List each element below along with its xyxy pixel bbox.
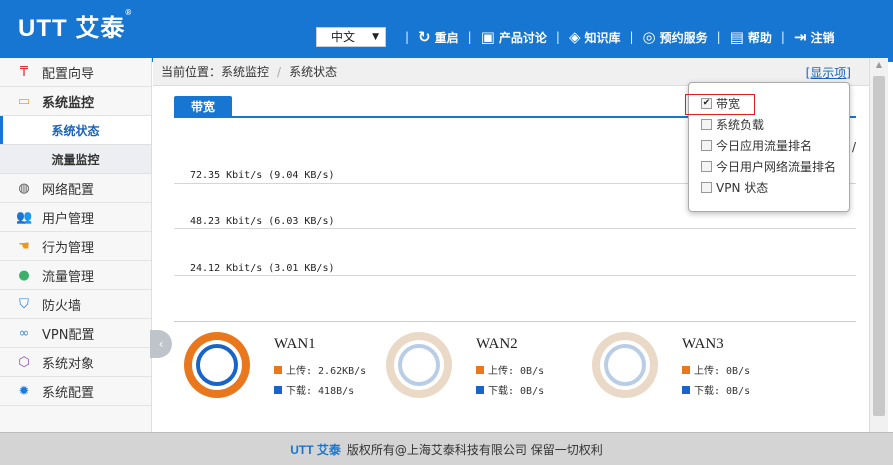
traffic-icon: ● bbox=[18, 267, 30, 283]
wan-name: WAN1 bbox=[274, 336, 316, 352]
chat-icon: ▣ bbox=[480, 27, 495, 46]
wan-ring bbox=[592, 332, 658, 398]
top-nav: | ↻ 重启 | ▣ 产品讨论 | ◈ 知识库 | ◎ 预约服务 | ▤ 帮助 | ⇥ 注销 bbox=[405, 27, 835, 46]
tab-bandwidth[interactable]: 带宽 bbox=[174, 96, 232, 118]
wan-name: WAN2 bbox=[476, 336, 518, 352]
layers-icon: ◈ bbox=[568, 27, 581, 46]
option-bandwidth[interactable]: ✔ 带宽 bbox=[685, 93, 849, 115]
copyright-text: 版权所有@上海艾泰科技有限公司 保留一切权利 bbox=[346, 442, 603, 457]
chart-axis-mark: / bbox=[852, 140, 857, 154]
sidebar-item-firewall[interactable]: ⛉ 防火墙 bbox=[0, 290, 151, 319]
chevron-left-icon: ‹ bbox=[158, 337, 164, 351]
language-select[interactable]: 中文 ▼ bbox=[316, 27, 386, 47]
logout-button[interactable]: ⇥ 注销 bbox=[794, 29, 835, 46]
upload-legend-icon bbox=[682, 365, 690, 374]
gear-icon: ✹ bbox=[18, 383, 30, 399]
footer: UTT 艾泰 版权所有@上海艾泰科技有限公司 保留一切权利 bbox=[0, 432, 893, 465]
sidebar-item-traffic-management[interactable]: ● 流量管理 bbox=[0, 261, 151, 290]
power-icon: ↻ bbox=[418, 27, 431, 46]
scroll-up-icon[interactable]: ▲ bbox=[870, 60, 888, 72]
sidebar-item-config-wizard[interactable]: ₸ 配置向导 bbox=[0, 58, 151, 87]
sidebar-item-system-config[interactable]: ✹ 系统配置 bbox=[0, 377, 151, 406]
grid-label: 72.35 Kbit/s (9.04 KB/s) bbox=[190, 170, 335, 181]
vertical-scrollbar[interactable]: ▲ bbox=[869, 58, 888, 432]
brand-logo: UTT 艾泰® bbox=[18, 8, 133, 42]
wan-download: 下载: 0B/s bbox=[694, 386, 751, 397]
knowledge-base-link[interactable]: ◈ 知识库 bbox=[569, 29, 621, 46]
shield-icon: ⛉ bbox=[19, 296, 29, 312]
wan-upload: 上传: 0B/s bbox=[694, 366, 751, 377]
option-user-traffic-rank[interactable]: 今日用户网络流量排名 bbox=[689, 156, 849, 177]
sidebar-item-user-management[interactable]: 👥 用户管理 bbox=[0, 203, 151, 232]
sidebar-item-network-config[interactable]: ◍ 网络配置 bbox=[0, 174, 151, 203]
sidebar-item-system-objects[interactable]: ⬡ 系统对象 bbox=[0, 348, 151, 377]
users-icon: 👥 bbox=[16, 209, 33, 225]
checkbox-checked[interactable]: ✔ bbox=[701, 98, 712, 109]
wan-download: 下载: 0B/s bbox=[488, 386, 545, 397]
upload-legend-icon bbox=[476, 365, 484, 374]
checkbox[interactable] bbox=[701, 182, 712, 193]
grid-label: 24.12 Kbit/s (3.01 KB/s) bbox=[190, 263, 335, 274]
sidebar-item-system-monitor[interactable]: ▭ 系统监控 bbox=[0, 87, 151, 116]
booking-service-link[interactable]: ◎ 预约服务 bbox=[643, 29, 708, 46]
sidebar: ₸ 配置向导 ▭ 系统监控 系统状态 流量监控 ◍ 网络配置 👥 用户管理 ☚ 行为管理 … bbox=[0, 58, 152, 432]
option-system-load[interactable]: 系统负载 bbox=[689, 114, 849, 135]
option-vpn-status[interactable]: VPN 状态 bbox=[689, 177, 849, 198]
wan-ring bbox=[386, 332, 452, 398]
monitor-icon: ▭ bbox=[17, 93, 31, 109]
wan-status-area: WAN1 上传: 2.62KB/s 下载: 418B/s WAN2 上传: 0B… bbox=[174, 321, 856, 433]
footer-logo: UTT 艾泰 bbox=[290, 442, 341, 457]
checkbox[interactable] bbox=[701, 140, 712, 151]
chevron-down-icon: ▼ bbox=[372, 32, 379, 42]
sidebar-collapse-handle[interactable]: ‹ bbox=[150, 330, 172, 358]
wan-ring bbox=[184, 332, 250, 398]
product-discussion-link[interactable]: ▣ 产品讨论 bbox=[481, 29, 547, 46]
vpn-icon: ∞ bbox=[18, 325, 30, 341]
wan-upload: 上传: 0B/s bbox=[488, 366, 545, 377]
hand-icon: ☚ bbox=[18, 238, 30, 254]
display-items-dropdown: ✔ 带宽 系统负载 今日应用流量排名 今日用户网络流量排名 VPN 状态 bbox=[685, 82, 850, 212]
grid-line bbox=[174, 275, 856, 276]
grid-label: 48.23 Kbit/s (6.03 KB/s) bbox=[190, 216, 335, 227]
sidebar-sub-traffic-monitor[interactable]: 流量监控 bbox=[0, 145, 151, 174]
help-book-icon: ▤ bbox=[729, 27, 744, 46]
sidebar-item-vpn-config[interactable]: ∞ VPN配置 bbox=[0, 319, 151, 348]
checkbox[interactable] bbox=[701, 119, 712, 130]
reboot-button[interactable]: ↻ 重启 bbox=[418, 29, 459, 46]
sidebar-item-behavior-management[interactable]: ☚ 行为管理 bbox=[0, 232, 151, 261]
grid-line bbox=[174, 228, 856, 229]
download-legend-icon bbox=[274, 385, 282, 394]
upload-legend-icon bbox=[274, 365, 282, 374]
show-items-link[interactable]: [显示项] bbox=[806, 64, 851, 81]
download-legend-icon bbox=[476, 385, 484, 394]
download-legend-icon bbox=[682, 385, 690, 394]
cube-icon: ⬡ bbox=[18, 354, 30, 370]
wan-download: 下载: 418B/s bbox=[286, 386, 355, 397]
wan-name: WAN3 bbox=[682, 336, 724, 352]
globe-icon: ◍ bbox=[18, 180, 30, 196]
top-header: UTT 艾泰® 中文 ▼ | ↻ 重启 | ▣ 产品讨论 | ◈ 知识库 | ◎ 预约服务… bbox=[0, 0, 893, 62]
wan-upload: 上传: 2.62KB/s bbox=[286, 366, 367, 377]
service-icon: ◎ bbox=[642, 27, 656, 46]
scroll-thumb[interactable] bbox=[873, 76, 885, 416]
logout-icon: ⇥ bbox=[793, 27, 807, 46]
help-link[interactable]: ▤ 帮助 bbox=[730, 29, 772, 46]
pin-icon: ₸ bbox=[19, 64, 29, 80]
option-app-traffic-rank[interactable]: 今日应用流量排名 bbox=[689, 135, 849, 156]
checkbox[interactable] bbox=[701, 161, 712, 172]
sidebar-sub-system-status[interactable]: 系统状态 bbox=[0, 116, 151, 145]
